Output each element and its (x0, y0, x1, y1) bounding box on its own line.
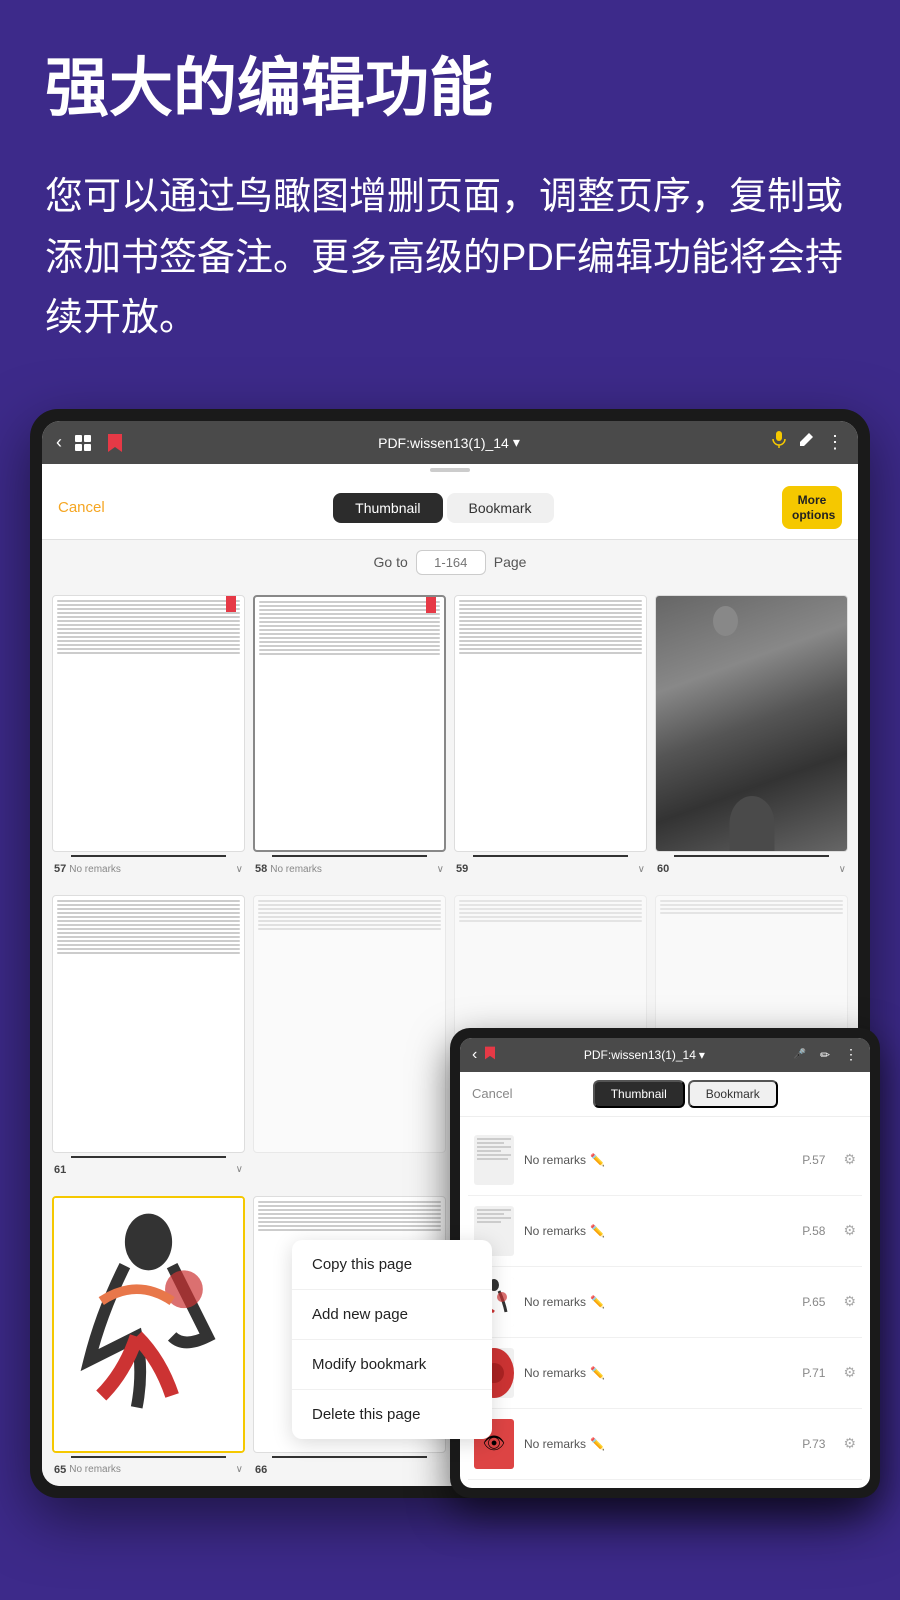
cancel-button[interactable]: Cancel (58, 499, 105, 516)
bookmark-page-65: P.65 (802, 1295, 825, 1309)
bookmark-settings-58[interactable]: ⚙ (843, 1222, 856, 1239)
bookmark-remark-65: No remarks ✏️ (524, 1295, 792, 1309)
bookmark-list: No remarks ✏️ P.57 ⚙ (460, 1117, 870, 1488)
bookmark-row-58[interactable]: No remarks ✏️ P.58 ⚙ (468, 1196, 862, 1267)
bookmark-remark-71: No remarks ✏️ (524, 1366, 792, 1380)
bookmark-remark-58: No remarks ✏️ (524, 1224, 792, 1238)
no-remarks: No remarks (69, 1464, 121, 1475)
thumbnail-grid: 57 No remarks ∨ (42, 585, 858, 885)
panel-bar: Cancel Thumbnail Bookmark More options (42, 476, 858, 540)
more-options-button[interactable]: More options (782, 486, 842, 529)
chevron-icon[interactable]: ∨ (236, 1464, 243, 1475)
bookmark-settings-73[interactable]: ⚙ (843, 1435, 856, 1452)
thumb-item-65[interactable]: 65 No remarks ∨ (52, 1196, 245, 1476)
bookmark-icon[interactable] (104, 432, 126, 454)
bookmark-settings-71[interactable]: ⚙ (843, 1364, 856, 1381)
secondary-tab-thumbnail[interactable]: Thumbnail (593, 1080, 685, 1108)
goto-label: Go to (374, 554, 408, 570)
bookmark-row-65[interactable]: No remarks ✏️ P.65 ⚙ (468, 1267, 862, 1338)
chevron-icon[interactable]: ∨ (236, 864, 243, 875)
context-copy-page[interactable]: Copy this page (292, 1240, 492, 1290)
bookmark-row-71[interactable]: No remarks ✏️ P.71 ⚙ (468, 1338, 862, 1409)
bookmark-page-71: P.71 (802, 1366, 825, 1380)
bookmark-row-57[interactable]: No remarks ✏️ P.57 ⚙ (468, 1125, 862, 1196)
thumb-item-62[interactable] (253, 895, 446, 1175)
page-number: 58 (255, 863, 267, 875)
page-number: 60 (657, 863, 669, 875)
bookmark-remark-57: No remarks ✏️ (524, 1153, 792, 1167)
goto-bar: Go to Page (42, 540, 858, 585)
page-number: 57 (54, 863, 66, 875)
secondary-mic-icon[interactable]: 🎤 (793, 1049, 805, 1060)
page-input[interactable] (416, 550, 486, 575)
secondary-more-icon[interactable]: ⋮ (844, 1046, 858, 1063)
secondary-tab-bookmark[interactable]: Bookmark (688, 1080, 778, 1108)
page-description: 您可以通过鸟瞰图增删页面，调整页序，复制或添加书签备注。更多高级的PDF编辑功能… (45, 167, 855, 349)
thumb-item-60[interactable]: 60 ∨ (655, 595, 848, 875)
no-remarks: No remarks (270, 864, 322, 875)
more-icon[interactable]: ⋮ (826, 432, 844, 453)
page-label: Page (494, 554, 527, 570)
bookmark-settings-57[interactable]: ⚙ (843, 1151, 856, 1168)
toolbar-title: PDF:wissen13(1)_14 ▾ (136, 434, 762, 451)
tab-thumbnail[interactable]: Thumbnail (333, 493, 442, 523)
thumb-item-61[interactable]: 61 ∨ (52, 895, 245, 1175)
chevron-icon[interactable]: ∨ (638, 864, 645, 875)
context-delete-page[interactable]: Delete this page (292, 1390, 492, 1439)
thumb-item-58[interactable]: 58 No remarks ∨ (253, 595, 446, 875)
mic-icon[interactable] (772, 431, 786, 454)
page-number: 65 (54, 1464, 66, 1476)
secondary-tablet-mockup: ‹ PDF:wissen13(1)_14 ▾ 🎤 ✏ ⋮ Cancel Thum… (450, 1028, 880, 1498)
back-button[interactable]: ‹ (56, 432, 62, 453)
chevron-icon[interactable]: ∨ (236, 1164, 243, 1175)
bookmark-remark-73: No remarks ✏️ (524, 1437, 792, 1451)
secondary-panel-bar: Cancel Thumbnail Bookmark (460, 1072, 870, 1117)
secondary-pen-icon[interactable]: ✏ (820, 1048, 830, 1062)
context-menu: Copy this page Add new page Modify bookm… (292, 1240, 492, 1439)
page-title: 强大的编辑功能 (45, 50, 855, 127)
bookmark-page-57: P.57 (802, 1153, 825, 1167)
page-number: 66 (255, 1464, 267, 1476)
bookmark-row-73[interactable]: 👁 No remarks ✏️ P.73 ⚙ (468, 1409, 862, 1480)
chevron-icon[interactable]: ∨ (437, 864, 444, 875)
no-remarks: No remarks (69, 864, 121, 875)
page-number: 61 (54, 1164, 66, 1176)
bookmark-flag-58 (426, 597, 436, 613)
chevron-icon[interactable]: ∨ (839, 864, 846, 875)
thumb-item-57[interactable]: 57 No remarks ∨ (52, 595, 245, 875)
bookmark-thumb-57 (474, 1135, 514, 1185)
bookmark-page-73: P.73 (802, 1437, 825, 1451)
tab-bookmark[interactable]: Bookmark (447, 493, 554, 523)
bookmark-settings-65[interactable]: ⚙ (843, 1293, 856, 1310)
bookmark-page-58: P.58 (802, 1224, 825, 1238)
pen-icon[interactable] (798, 432, 814, 453)
page-number: 59 (456, 863, 468, 875)
app-toolbar: ‹ PDF:wissen13(1)_14 (42, 421, 858, 464)
bookmark-flag-57 (226, 596, 236, 612)
secondary-back-button[interactable]: ‹ (472, 1046, 477, 1064)
grid-icon[interactable] (72, 432, 94, 454)
secondary-toolbar-title: PDF:wissen13(1)_14 ▾ (503, 1048, 785, 1062)
secondary-toolbar: ‹ PDF:wissen13(1)_14 ▾ 🎤 ✏ ⋮ (460, 1038, 870, 1072)
context-modify-bookmark[interactable]: Modify bookmark (292, 1340, 492, 1390)
secondary-bookmark-icon[interactable] (485, 1046, 495, 1063)
context-add-page[interactable]: Add new page (292, 1290, 492, 1340)
secondary-cancel-button[interactable]: Cancel (472, 1086, 512, 1101)
thumb-item-59[interactable]: 59 ∨ (454, 595, 647, 875)
